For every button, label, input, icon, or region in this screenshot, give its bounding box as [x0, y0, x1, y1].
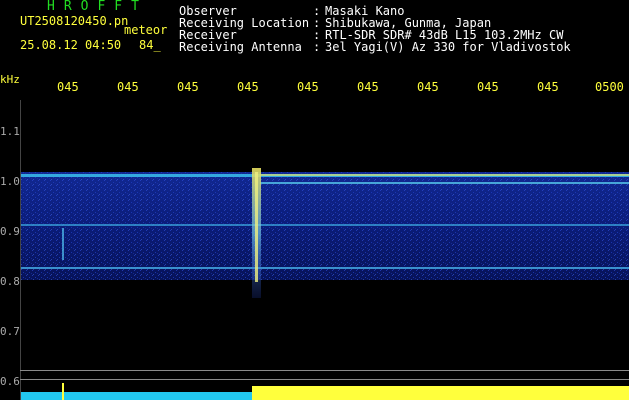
freq-label: 0.6	[0, 375, 20, 388]
brand-title: HROFFT	[47, 0, 148, 14]
file-name: UT2508120450.pn	[20, 14, 129, 28]
carrier-line-upper	[260, 182, 629, 184]
time-label: 045	[417, 80, 439, 94]
small-echo	[62, 228, 64, 260]
spectrogram-plot	[20, 100, 629, 400]
time-label: 045	[357, 80, 379, 94]
frequency-unit: kHz	[0, 73, 20, 86]
time-label: 045	[537, 80, 559, 94]
meta-colon: :	[313, 40, 321, 54]
meteor-echo-core	[255, 172, 258, 282]
level-trace-spike	[62, 383, 64, 400]
freq-label: 1.1	[0, 125, 20, 138]
freq-label: 1.0	[0, 175, 20, 188]
level-trace-peak	[252, 386, 629, 400]
time-label: 045	[57, 80, 79, 94]
freq-label: 0.9	[0, 225, 20, 238]
detection-tag: meteor	[124, 23, 168, 37]
time-label: 045	[177, 80, 199, 94]
meta-label-antenna: Receiving Antenna	[179, 40, 302, 54]
time-label: 045	[117, 80, 139, 94]
freq-label: 0.8	[0, 275, 20, 288]
carrier-line-top-bright	[260, 174, 629, 176]
time-label: 0500	[595, 80, 624, 94]
meta-value-antenna: 3el Yagi(V) Az 330 for Vladivostok	[325, 40, 571, 54]
detection-counter: 84_	[139, 38, 161, 52]
time-label: 045	[237, 80, 259, 94]
freq-label: 0.7	[0, 325, 20, 338]
time-label: 045	[297, 80, 319, 94]
carrier-line-lower	[21, 267, 629, 269]
date-time: 25.08.12 04:50	[20, 38, 122, 52]
carrier-line-mid	[21, 224, 629, 226]
time-label: 045	[477, 80, 499, 94]
